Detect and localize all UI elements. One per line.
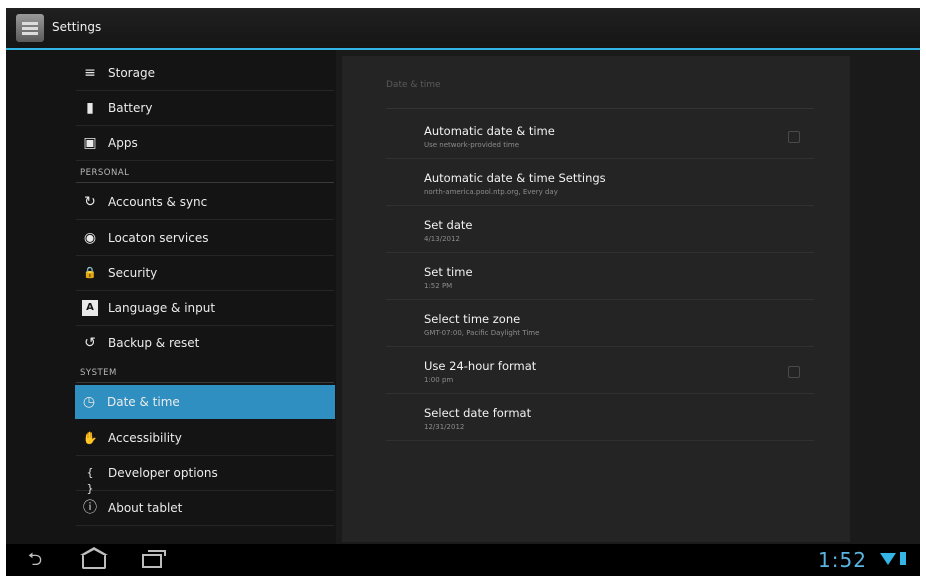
braces-icon: { } xyxy=(86,466,94,495)
sidebar-item-language[interactable]: A Language & input xyxy=(76,291,334,326)
section-divider xyxy=(76,382,334,383)
sidebar-item-apps[interactable]: ▣ Apps xyxy=(76,126,334,161)
sidebar-item-label: Battery xyxy=(108,101,153,115)
battery-icon: ▮ xyxy=(86,100,94,116)
info-icon: ⓘ xyxy=(83,500,97,516)
sidebar-item-location[interactable]: ◉ Locaton services xyxy=(76,221,334,256)
status-clock[interactable]: 1:52 xyxy=(818,548,867,572)
sidebar-item-security[interactable]: 🔒 Security xyxy=(76,256,334,291)
pref-title: Select date format xyxy=(424,406,532,420)
pref-summary: north-america.pool.ntp.org, Every day xyxy=(424,188,558,196)
sidebar-item-label: Backup & reset xyxy=(108,336,200,350)
clock-icon: ◷ xyxy=(82,394,96,410)
pref-summary: 1:52 PM xyxy=(424,282,453,290)
storage-icon: ≡ xyxy=(84,65,96,81)
sidebar-item-accessibility[interactable]: ✋ Accessibility xyxy=(76,421,334,456)
pref-title: Select time zone xyxy=(424,312,521,326)
pref-title: Automatic date & time xyxy=(424,124,555,138)
content-panel: Date & time Automatic date & time Use ne… xyxy=(342,56,850,542)
pref-title: Use 24-hour format xyxy=(424,359,537,373)
sidebar-item-label: Accounts & sync xyxy=(108,195,208,209)
pref-title: Set date xyxy=(424,218,473,232)
automatic-date-time-checkbox[interactable] xyxy=(788,131,800,143)
app-title: Settings xyxy=(52,20,102,34)
sidebar-item-storage[interactable]: ≡ Storage xyxy=(76,56,334,91)
pref-select-date-format[interactable]: Select date format 12/31/2012 xyxy=(386,394,814,441)
sidebar-item-label: Locaton services xyxy=(108,231,209,245)
sidebar-item-label: Accessibility xyxy=(108,431,182,445)
pref-summary: Use network-provided time xyxy=(424,141,520,149)
home-icon xyxy=(80,547,108,569)
use-24-hour-checkbox[interactable] xyxy=(788,366,800,378)
back-button[interactable]: ⮌ xyxy=(20,550,50,570)
pref-summary: 12/31/2012 xyxy=(424,423,465,431)
pref-set-time[interactable]: Set time 1:52 PM xyxy=(386,253,814,300)
pref-title: Set time xyxy=(424,265,473,279)
sidebar-item-battery[interactable]: ▮ Battery xyxy=(76,91,334,126)
breadcrumb: Date & time xyxy=(386,80,441,90)
settings-sidebar: ≡ Storage ▮ Battery ▣ Apps PERSONAL ↻ Ac… xyxy=(6,50,336,544)
pref-summary: GMT-07:00, Pacific Daylight Time xyxy=(424,329,540,337)
settings-app-icon[interactable] xyxy=(16,14,44,42)
lock-icon: 🔒 xyxy=(83,266,97,279)
back-icon: ⮌ xyxy=(27,549,43,570)
tablet-screen: Settings ≡ Storage ▮ Battery ▣ Apps PERS… xyxy=(6,8,920,576)
hand-icon: ✋ xyxy=(82,431,98,445)
sidebar-item-label: Date & time xyxy=(107,395,180,409)
sidebar-item-label: Storage xyxy=(108,66,155,80)
recents-icon xyxy=(142,550,166,568)
sidebar-item-label: Language & input xyxy=(108,301,216,315)
sidebar-item-developer-options[interactable]: { } Developer options xyxy=(76,456,334,495)
section-header-system: SYSTEM xyxy=(80,368,117,378)
home-button[interactable] xyxy=(76,547,108,570)
battery-status-icon xyxy=(900,552,906,565)
sidebar-item-accounts-sync[interactable]: ↻ Accounts & sync xyxy=(76,185,334,220)
pref-use-24-hour-format[interactable]: Use 24-hour format 1:00 pm xyxy=(386,347,814,394)
pref-summary: 4/13/2012 xyxy=(424,235,460,243)
language-icon: A xyxy=(82,300,98,316)
backup-icon: ↺ xyxy=(84,335,96,351)
recents-button[interactable] xyxy=(136,550,166,570)
apps-icon: ▣ xyxy=(83,135,97,151)
pref-title: Automatic date & time Settings xyxy=(424,171,606,185)
section-divider xyxy=(76,182,334,183)
breadcrumb-divider xyxy=(386,108,814,109)
sidebar-item-about-tablet[interactable]: ⓘ About tablet xyxy=(76,491,334,526)
sidebar-item-backup[interactable]: ↺ Backup & reset xyxy=(76,326,334,360)
sidebar-item-label: Security xyxy=(108,266,158,280)
system-nav-bar: ⮌ 1:52 xyxy=(6,544,920,576)
pref-summary: 1:00 pm xyxy=(424,376,454,384)
pref-select-time-zone[interactable]: Select time zone GMT-07:00, Pacific Dayl… xyxy=(386,300,814,347)
location-icon: ◉ xyxy=(83,230,97,246)
sidebar-item-label: About tablet xyxy=(108,501,183,515)
wifi-icon xyxy=(880,553,896,565)
section-header-personal: PERSONAL xyxy=(80,168,130,178)
pref-automatic-date-time-settings[interactable]: Automatic date & time Settings north-ame… xyxy=(386,159,814,206)
sync-icon: ↻ xyxy=(84,194,96,210)
sidebar-item-label: Apps xyxy=(108,136,138,150)
sidebar-item-date-time[interactable]: ◷ Date & time xyxy=(75,385,335,419)
action-bar: Settings xyxy=(6,8,920,50)
pref-set-date[interactable]: Set date 4/13/2012 xyxy=(386,206,814,253)
detail-pane: Date & time Automatic date & time Use ne… xyxy=(336,50,920,544)
pref-automatic-date-time[interactable]: Automatic date & time Use network-provid… xyxy=(386,112,814,159)
sidebar-item-label: Developer options xyxy=(108,466,218,480)
